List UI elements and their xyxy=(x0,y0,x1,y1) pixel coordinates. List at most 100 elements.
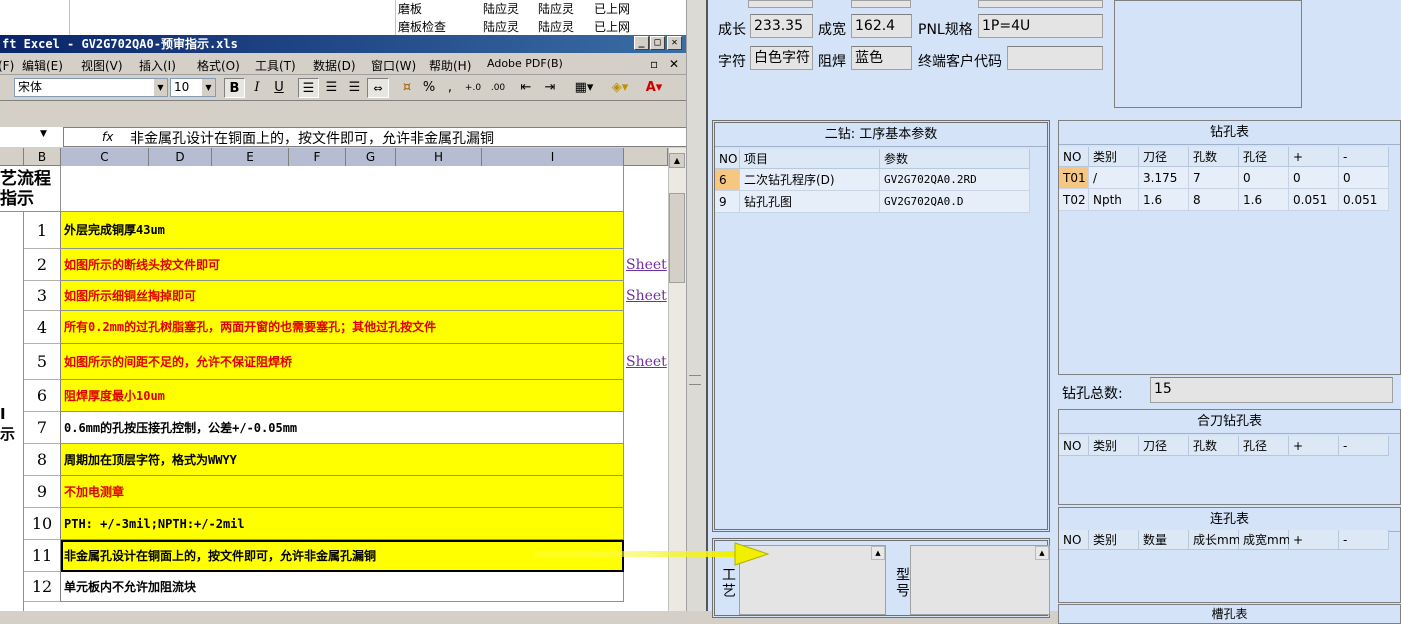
table-row[interactable]: 如图所示的间距不足的，允许不保证阻焊桥 xyxy=(61,344,624,380)
row-number[interactable]: 5 xyxy=(24,344,61,380)
align-left-button[interactable]: ☰ xyxy=(298,78,319,98)
scroll-up-icon[interactable]: ▲ xyxy=(1035,546,1049,560)
table-row[interactable]: 所有0.2mm的过孔树脂塞孔，两面开窗的也需要塞孔；其他过孔按文件 xyxy=(61,311,624,344)
chevron-down-icon[interactable]: ▼ xyxy=(40,129,47,139)
menu-help[interactable]: 帮助(H) xyxy=(429,57,471,74)
menu-view[interactable]: 视图(V) xyxy=(81,57,123,74)
drill-table-cell[interactable]: 0 xyxy=(1339,167,1389,189)
bold-button[interactable]: B xyxy=(224,78,245,98)
dropdown-arrow-icon[interactable]: ▼ xyxy=(202,79,215,96)
drill-table-cell[interactable]: 0.051 xyxy=(1289,189,1339,211)
row-number[interactable]: 9 xyxy=(24,476,61,508)
customer-field[interactable] xyxy=(1007,46,1103,70)
dropdown-arrow-icon[interactable]: ▼ xyxy=(154,79,167,96)
name-box[interactable]: ▼ xyxy=(0,127,64,147)
borders-icon[interactable]: ▦▾ xyxy=(570,78,598,98)
row-number[interactable]: 6 xyxy=(24,380,61,412)
scroll-thumb[interactable] xyxy=(669,193,685,283)
minimize-button[interactable]: _ xyxy=(634,36,649,50)
table-row[interactable]: 不加电测章 xyxy=(61,476,624,508)
menu-file[interactable]: 文件(F) xyxy=(0,57,14,74)
table-row[interactable]: 如图所示细铜丝掏掉即可 xyxy=(61,281,624,311)
menu-data[interactable]: 数据(D) xyxy=(313,57,356,74)
close-button[interactable]: ✕ xyxy=(667,36,682,50)
mask-field[interactable]: 蓝色 xyxy=(851,46,912,70)
drill-table-cell[interactable]: 1.6 xyxy=(1139,189,1189,211)
drill2-cell[interactable]: 9 xyxy=(715,191,740,213)
row-number[interactable]: 3 xyxy=(24,281,61,311)
drill-table-cell[interactable]: 0.051 xyxy=(1339,189,1389,211)
drill-table-cell[interactable]: 8 xyxy=(1189,189,1239,211)
side-merged-cell[interactable]: I 示 xyxy=(0,212,24,611)
drill2-cell[interactable]: GV2G702QA0.D xyxy=(880,191,1030,213)
fill-color-icon[interactable]: ◈▾ xyxy=(605,78,635,98)
drill-table-cell[interactable]: 7 xyxy=(1189,167,1239,189)
table-row[interactable]: 单元板内不允许加阻流块 xyxy=(61,572,624,602)
scroll-up-icon[interactable]: ▲ xyxy=(669,153,685,168)
menu-format[interactable]: 格式(O) xyxy=(197,57,240,74)
close-doc-icon[interactable]: ✕ xyxy=(669,57,679,71)
row-number[interactable]: 4 xyxy=(24,311,61,344)
row-number[interactable]: 8 xyxy=(24,444,61,476)
total-holes-field[interactable]: 15 xyxy=(1150,377,1393,403)
table-row[interactable]: 0.6mm的孔按压接孔控制，公差+/-0.05mm xyxy=(61,412,624,444)
increase-decimal-icon[interactable]: +.0 xyxy=(462,78,484,98)
col-header[interactable]: C xyxy=(61,148,149,166)
drill-table-cell[interactable]: T02 xyxy=(1059,189,1089,211)
merge-center-button[interactable]: ⇔ xyxy=(367,78,389,98)
col-header[interactable]: D xyxy=(149,148,212,166)
comma-style-icon[interactable]: , xyxy=(443,78,457,98)
col-header[interactable]: F xyxy=(289,148,346,166)
menu-insert[interactable]: 插入(I) xyxy=(139,57,176,74)
col-header[interactable]: E xyxy=(212,148,289,166)
font-size-select[interactable]: 10 ▼ xyxy=(170,78,216,97)
drill2-cell[interactable]: 6 xyxy=(715,169,740,191)
menu-window[interactable]: 窗口(W) xyxy=(371,57,416,74)
italic-button[interactable]: I xyxy=(247,78,267,98)
pnl-field[interactable]: 1P=4U xyxy=(978,14,1103,38)
col-header-j[interactable] xyxy=(624,148,668,166)
col-header[interactable]: B xyxy=(24,148,61,166)
col-header[interactable]: G xyxy=(346,148,396,166)
font-name-select[interactable]: 宋体 ▼ xyxy=(14,78,168,97)
row-number[interactable]: 11 xyxy=(24,540,61,572)
align-center-button[interactable]: ☰ xyxy=(321,78,342,98)
sheet-link[interactable]: Sheet xyxy=(626,249,667,281)
window-splitter[interactable] xyxy=(686,0,708,611)
col-header[interactable]: I xyxy=(482,148,624,166)
drill-table-cell[interactable]: / xyxy=(1089,167,1139,189)
row-number[interactable]: 10 xyxy=(24,508,61,540)
sheet-link[interactable]: Sheet xyxy=(626,281,667,311)
maximize-button[interactable]: □ xyxy=(650,36,665,50)
drill2-cell[interactable]: 钻孔孔图 xyxy=(740,191,880,213)
table-row[interactable]: 外层完成铜厚43um xyxy=(61,212,624,249)
menu-edit[interactable]: 编辑(E) xyxy=(22,57,63,74)
drill-table-cell[interactable]: 0 xyxy=(1289,167,1339,189)
table-row[interactable]: 阻焊厚度最小10um xyxy=(61,380,624,412)
width-field[interactable]: 162.4 xyxy=(851,14,912,38)
grip-icon[interactable] xyxy=(689,375,701,385)
align-right-button[interactable]: ☰ xyxy=(344,78,365,98)
scroll-up-icon[interactable]: ▲ xyxy=(871,546,885,560)
menu-adobe-pdf[interactable]: Adobe PDF(B) xyxy=(487,57,563,70)
drill-table-cell[interactable]: T01 xyxy=(1059,167,1089,189)
header-blank-cell[interactable] xyxy=(61,166,624,212)
fx-icon[interactable]: fx xyxy=(102,130,113,144)
restore-doc-icon[interactable]: ▫ xyxy=(650,57,658,71)
select-all[interactable] xyxy=(0,148,24,166)
row-number[interactable]: 7 xyxy=(24,412,61,444)
currency-icon[interactable]: ¤ xyxy=(396,78,418,98)
drill-table-cell[interactable]: 1.6 xyxy=(1239,189,1289,211)
drill2-cell[interactable]: GV2G702QA0.2RD xyxy=(880,169,1030,191)
table-row[interactable]: 周期加在顶层字符，格式为WWYY xyxy=(61,444,624,476)
sheet-link[interactable]: Sheet xyxy=(626,344,667,380)
table-row[interactable]: PTH: +/-3mil;NPTH:+/-2mil xyxy=(61,508,624,540)
model-textarea[interactable]: ▲ xyxy=(910,545,1050,615)
menu-tools[interactable]: 工具(T) xyxy=(255,57,296,74)
row-number[interactable]: 1 xyxy=(24,212,61,249)
percent-icon[interactable]: % xyxy=(420,78,438,98)
merged-header-cell[interactable]: 艺流程 指示 xyxy=(0,166,61,212)
underline-button[interactable]: U xyxy=(269,78,289,98)
col-header[interactable]: H xyxy=(396,148,482,166)
font-color-icon[interactable]: A▾ xyxy=(640,78,668,98)
